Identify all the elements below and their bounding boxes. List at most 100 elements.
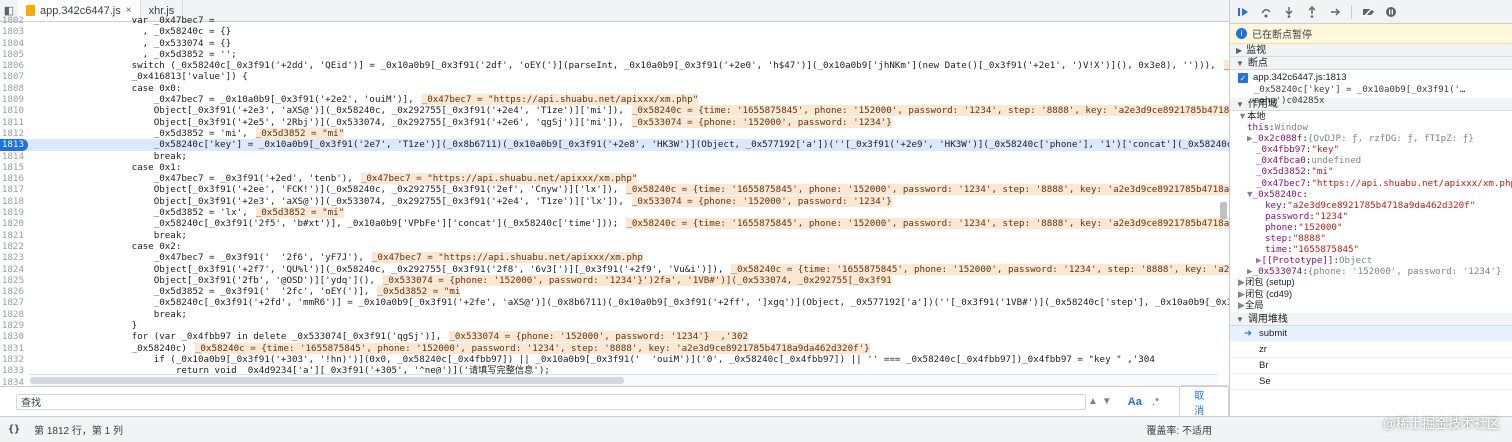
line-number[interactable]: 1834: [0, 377, 28, 387]
scope-variable[interactable]: ▶ _0x2c088f: {OvDJP: ƒ, rzfDG: ƒ, fTIpZ:…: [1230, 133, 1512, 144]
code-text: Object[_0x3f91('2fb', '@OSD')]['ydq'](),: [32, 274, 375, 286]
code-line: 1822 case 0x2:: [0, 241, 1229, 252]
closure-item[interactable]: ▶ 闭包 (cd49): [1230, 289, 1512, 300]
call-frame[interactable]: Se: [1230, 374, 1512, 390]
line-number[interactable]: 1804: [0, 38, 28, 49]
variable-name: [[Prototype]]: [1261, 255, 1334, 267]
resume-icon[interactable]: [1236, 5, 1250, 19]
line-number[interactable]: 1823: [0, 252, 28, 263]
line-number[interactable]: 1812: [0, 128, 28, 139]
line-number[interactable]: 1803: [0, 26, 28, 37]
step-out-icon[interactable]: [1305, 5, 1319, 19]
call-frame[interactable]: zr: [1230, 342, 1512, 358]
line-number[interactable]: 1814: [0, 151, 28, 162]
scope-section-header[interactable]: ▼ 作用域: [1230, 98, 1512, 111]
match-case-button[interactable]: Aa: [1128, 396, 1142, 408]
line-number[interactable]: 1832: [0, 354, 28, 365]
variable-value: "152000": [1298, 221, 1343, 233]
code-line: 1807 _0x416813['value']) {: [0, 71, 1229, 82]
call-frame[interactable]: Br: [1230, 358, 1512, 374]
collapse-arrow-icon: ▼: [1236, 59, 1244, 68]
code-line: 1832 if (_0x10a0b9[_0x3f91('+303', '!hn)…: [0, 354, 1229, 365]
code-text: _0x5d3852 = 'mi',: [32, 127, 248, 139]
callstack-section-header[interactable]: ▼ 调用堆栈: [1230, 312, 1512, 326]
inline-value: _0x5d3852 = "mi": [255, 207, 345, 219]
scope-variable[interactable]: _0x4fbb97: "key": [1230, 144, 1512, 155]
line-number[interactable]: 1807: [0, 71, 28, 82]
scope-variable[interactable]: _0x5d3852: "mi": [1230, 166, 1512, 177]
scope-variable[interactable]: ▼ _0x58240c:: [1230, 189, 1512, 200]
line-number[interactable]: 1811: [0, 117, 28, 128]
info-icon: i: [1236, 28, 1247, 39]
line-number[interactable]: 1808: [0, 83, 28, 94]
scope-variable[interactable]: password: "1234": [1230, 211, 1512, 222]
deactivate-breakpoints-icon[interactable]: [1361, 5, 1375, 19]
line-number[interactable]: 1813: [0, 139, 28, 151]
line-number[interactable]: 1829: [0, 320, 28, 331]
line-number[interactable]: 1815: [0, 162, 28, 173]
line-number[interactable]: 1818: [0, 196, 28, 207]
code-area[interactable]: 1802 var _0x47bec7 = 1803 , _0x58240c = {…: [0, 15, 1229, 386]
search-next-icon[interactable]: ▼: [1100, 396, 1114, 407]
scope-variable[interactable]: step: "8888": [1230, 233, 1512, 244]
scope-variable[interactable]: phone: "152000": [1230, 222, 1512, 233]
section-title: 断点: [1247, 58, 1268, 69]
line-number[interactable]: 1825: [0, 275, 28, 286]
horizontal-scrollbar[interactable]: [30, 374, 1217, 386]
code-line: 1812 _0x5d3852 = 'mi', _0x5d3852 = "mi": [0, 127, 1229, 139]
breakpoint-item[interactable]: ✓ app.342c6447.js:1813: [1230, 70, 1512, 85]
cancel-button[interactable]: 取消: [1179, 384, 1230, 419]
checkbox-icon[interactable]: ✓: [1238, 73, 1248, 83]
line-number[interactable]: 1817: [0, 184, 28, 195]
scope-variable[interactable]: _0x47bec7: "https://api.shuabu.net/apixx…: [1230, 178, 1512, 189]
scope-variable[interactable]: ▶ [[Prototype]]: Object: [1230, 255, 1512, 266]
vertical-scrollbar[interactable]: [1219, 22, 1228, 360]
inline-value: _0x533074 = {phone: '152000', password: …: [631, 116, 892, 128]
line-number[interactable]: 1821: [0, 230, 28, 241]
line-number[interactable]: 1819: [0, 207, 28, 218]
line-number[interactable]: 1816: [0, 173, 28, 184]
line-number[interactable]: 1827: [0, 297, 28, 308]
call-frame[interactable]: ➜ submit: [1230, 325, 1512, 342]
line-number[interactable]: 1824: [0, 264, 28, 275]
cursor-position: 第 1812 行，第 1 列: [34, 426, 123, 437]
scope-variable[interactable]: key: "a2e3d9ce8921785b4718a9da462d320f": [1230, 200, 1512, 211]
code-line: 1817 Object[_0x3f91('+2ee', 'FCK!')](_0x…: [0, 184, 1229, 196]
line-number[interactable]: 1833: [0, 365, 28, 376]
variable-value: undefined: [1311, 155, 1362, 167]
code-line: 1808 case 0x0:: [0, 83, 1229, 94]
variable-name: password: [1265, 210, 1310, 222]
line-number[interactable]: 1822: [0, 241, 28, 252]
step-into-icon[interactable]: [1282, 5, 1296, 19]
scope-variable[interactable]: this: Window: [1230, 122, 1512, 133]
watch-section-header[interactable]: ▶ 监视: [1230, 44, 1512, 57]
line-number[interactable]: 1820: [0, 218, 28, 229]
scope-variable[interactable]: _0x4fbca0: undefined: [1230, 155, 1512, 166]
search-input[interactable]: 查找: [16, 393, 1087, 410]
step-icon[interactable]: [1328, 5, 1342, 19]
line-number[interactable]: 1826: [0, 286, 28, 297]
line-number[interactable]: 1809: [0, 94, 28, 105]
code-line: 1806 switch (_0x58240c[_0x3f91('+2dd', '…: [0, 60, 1229, 72]
line-number[interactable]: 1806: [0, 60, 28, 71]
local-scope-header[interactable]: ▼ 本地: [1230, 111, 1512, 122]
scope-variable[interactable]: ▶ _0x533074: {phone: '152000', password:…: [1230, 266, 1512, 277]
code-text: }: [32, 320, 138, 332]
closure-item[interactable]: ▶ 闭包 (setup): [1230, 277, 1512, 288]
regex-button[interactable]: .*: [1152, 396, 1159, 408]
line-number[interactable]: 1831: [0, 343, 28, 354]
code-line: 1829 }: [0, 320, 1229, 331]
pause-on-exceptions-icon[interactable]: [1384, 5, 1398, 19]
line-number[interactable]: 1805: [0, 49, 28, 60]
scope-variable[interactable]: time: "1655875845": [1230, 244, 1512, 255]
line-number[interactable]: 1802: [0, 15, 28, 26]
line-number[interactable]: 1830: [0, 331, 28, 342]
step-over-icon[interactable]: [1259, 5, 1273, 19]
code-line: 1827 _0x58240c[_0x3f91('+2fd', 'mmR6')] …: [0, 297, 1229, 308]
search-prev-icon[interactable]: ▲: [1086, 396, 1100, 407]
line-number[interactable]: 1810: [0, 105, 28, 116]
pretty-print-button[interactable]: {}: [8, 424, 20, 435]
breakpoints-section-header[interactable]: ▼ 断点: [1230, 57, 1512, 70]
closure-item[interactable]: ▶ 全局: [1230, 300, 1512, 311]
line-number[interactable]: 1828: [0, 309, 28, 320]
